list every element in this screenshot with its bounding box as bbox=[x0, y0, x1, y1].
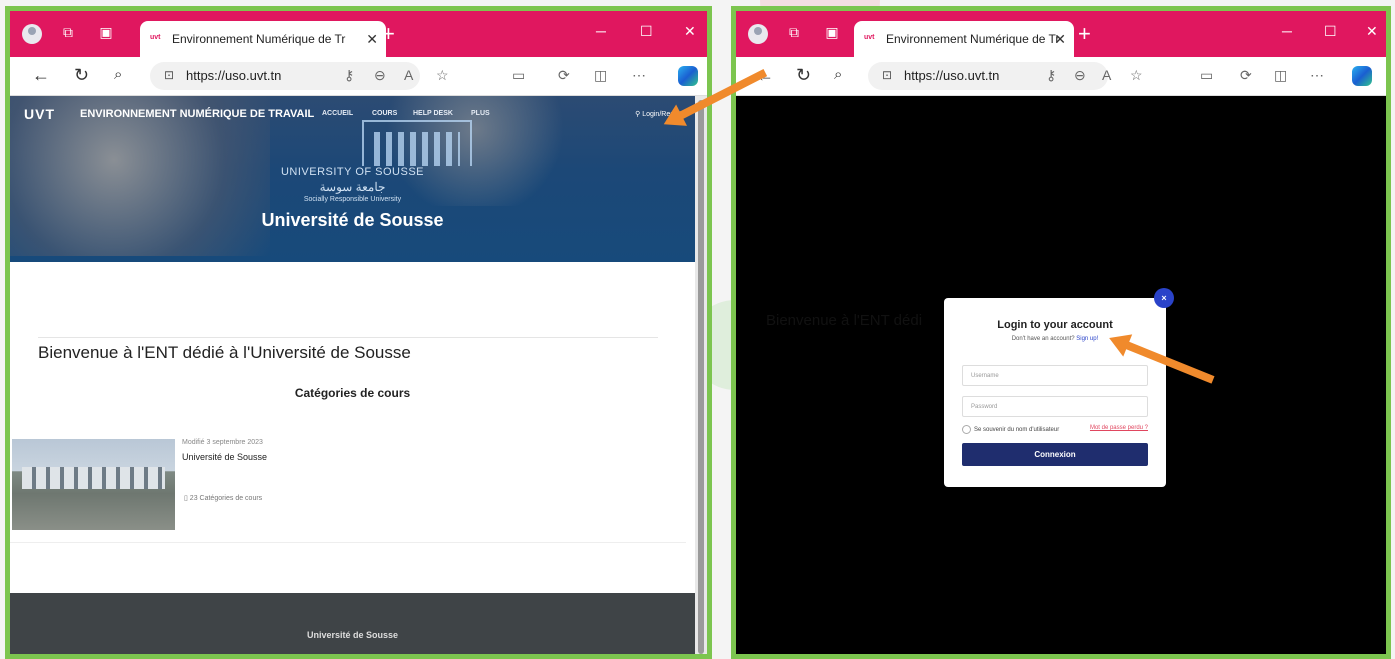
scrollbar[interactable] bbox=[695, 96, 707, 654]
signup-prompt: Don't have an account? Sign up! bbox=[944, 336, 1166, 342]
minimize-icon[interactable]: ─ bbox=[596, 23, 606, 39]
university-name-ar: جامعة سوسة bbox=[319, 180, 386, 194]
maximize-icon[interactable]: ☐ bbox=[640, 23, 653, 40]
uvt-logo[interactable]: UVT bbox=[24, 106, 55, 122]
favorite-star-icon[interactable]: ☆ bbox=[1130, 67, 1143, 84]
split-screen-icon[interactable]: ◫ bbox=[1274, 67, 1287, 84]
copilot-icon[interactable] bbox=[678, 66, 698, 86]
course-category-count: ▯ 23 Catégories de cours bbox=[184, 494, 262, 502]
modal-overlay[interactable]: Bienvenue à l'ENT dédi × Login to your a… bbox=[736, 96, 1386, 654]
welcome-heading: Bienvenue à l'ENT dédié à l'Université d… bbox=[38, 343, 411, 362]
menu-item-accueil[interactable]: ACCUEIL bbox=[322, 110, 353, 117]
search-icon[interactable]: ⌕ bbox=[114, 65, 122, 85]
university-tagline: Socially Responsible University bbox=[303, 196, 402, 203]
footer-text: Université de Sousse bbox=[306, 630, 399, 640]
remember-checkbox[interactable] bbox=[962, 425, 971, 434]
workspaces-icon[interactable]: ⧉ bbox=[786, 24, 802, 40]
title-bar: ⧉ ▣ uvt Environnement Numérique de Tr ✕ … bbox=[736, 11, 1386, 57]
course-title[interactable]: Université de Sousse bbox=[182, 452, 267, 462]
menu-item-help-desk[interactable]: HELP DESK bbox=[413, 110, 453, 117]
connexion-button[interactable]: Connexion bbox=[962, 443, 1148, 466]
favorite-star-icon[interactable]: ☆ bbox=[436, 67, 449, 84]
lost-password-link[interactable]: Mot de passe perdu ? bbox=[1090, 425, 1148, 431]
username-input[interactable]: Username bbox=[962, 365, 1148, 386]
hero-banner: UVT ENVIRONNEMENT NUMÉRIQUE DE TRAVAIL A… bbox=[10, 96, 695, 262]
password-input[interactable]: Password bbox=[962, 396, 1148, 417]
left-browser-window: ⧉ ▣ uvt Environnement Numérique de Tr ✕ … bbox=[5, 6, 712, 659]
reading-view-icon[interactable]: ▭ bbox=[1200, 67, 1213, 84]
menu-item-plus[interactable]: PLUS bbox=[471, 110, 490, 117]
url-text: https://uso.uvt.tn bbox=[186, 68, 282, 83]
hero-title: Université de Sousse bbox=[261, 210, 444, 230]
dimmed-welcome-heading: Bienvenue à l'ENT dédi bbox=[766, 312, 923, 329]
close-window-icon[interactable]: ✕ bbox=[1366, 23, 1378, 40]
read-aloud-icon[interactable]: A bbox=[404, 67, 413, 83]
more-options-icon[interactable]: ⋯ bbox=[1310, 67, 1324, 84]
categories-heading: Catégories de cours bbox=[294, 386, 411, 400]
address-bar[interactable]: ⊡ https://uso.uvt.tn bbox=[868, 62, 1108, 90]
course-category-count-label: 23 Catégories de cours bbox=[189, 495, 263, 502]
title-bar: ⧉ ▣ uvt Environnement Numérique de Tr ✕ … bbox=[10, 11, 707, 57]
menu-item-cours[interactable]: COURS bbox=[372, 110, 397, 117]
profile-avatar[interactable] bbox=[22, 24, 42, 44]
tab-actions-icon[interactable]: ▣ bbox=[98, 24, 114, 40]
password-key-icon[interactable]: ⚷ bbox=[344, 67, 354, 84]
address-bar-row: ← ↻ ⌕ ⊡ https://uso.uvt.tn ⚷ ⊖ A ☆ ▭ ⟳ ◫… bbox=[736, 57, 1386, 96]
refresh-icon[interactable]: ↻ bbox=[796, 65, 811, 85]
remember-label: Se souvenir du nom d'utilisateur bbox=[974, 427, 1060, 434]
university-name-en: UNIVERSITY OF SOUSSE bbox=[280, 166, 425, 178]
lock-icon: ⊡ bbox=[882, 68, 893, 82]
maximize-icon[interactable]: ☐ bbox=[1324, 23, 1337, 40]
course-image[interactable] bbox=[12, 439, 175, 530]
split-screen-icon[interactable]: ◫ bbox=[594, 67, 607, 84]
close-tab-icon[interactable]: ✕ bbox=[366, 21, 378, 57]
new-tab-icon[interactable]: + bbox=[382, 21, 395, 47]
browser-tab[interactable]: uvt Environnement Numérique de Tr ✕ bbox=[854, 21, 1074, 57]
login-modal: × Login to your account Don't have an ac… bbox=[944, 288, 1174, 487]
tab-title: Environnement Numérique de Tr bbox=[172, 32, 346, 46]
uvt-favicon-icon: uvt bbox=[150, 34, 161, 41]
url-text: https://uso.uvt.tn bbox=[904, 68, 1000, 83]
divider bbox=[10, 542, 686, 543]
back-icon[interactable]: ← bbox=[32, 65, 50, 85]
uvt-favicon-icon: uvt bbox=[864, 34, 875, 41]
right-browser-window: ⧉ ▣ uvt Environnement Numérique de Tr ✕ … bbox=[731, 6, 1391, 659]
zoom-icon[interactable]: ⊖ bbox=[374, 67, 386, 84]
close-window-icon[interactable]: ✕ bbox=[684, 23, 696, 40]
page-footer: Université de Sousse bbox=[10, 593, 695, 654]
site-name[interactable]: ENVIRONNEMENT NUMÉRIQUE DE TRAVAIL bbox=[80, 108, 314, 120]
read-aloud-icon[interactable]: A bbox=[1102, 67, 1111, 83]
divider bbox=[38, 337, 658, 338]
copilot-icon[interactable] bbox=[1352, 66, 1372, 86]
refresh-icon[interactable]: ↻ bbox=[74, 65, 89, 85]
reading-view-icon[interactable]: ▭ bbox=[512, 67, 525, 84]
extensions-icon[interactable]: ⟳ bbox=[1240, 67, 1252, 84]
remember-username[interactable]: Se souvenir du nom d'utilisateur bbox=[962, 425, 1059, 434]
search-icon[interactable]: ⌕ bbox=[834, 65, 842, 85]
workspaces-icon[interactable]: ⧉ bbox=[60, 24, 76, 40]
tab-actions-icon[interactable]: ▣ bbox=[824, 24, 840, 40]
close-tab-icon[interactable]: ✕ bbox=[1054, 21, 1066, 57]
modal-title: Login to your account bbox=[997, 319, 1113, 331]
course-modified-date: Modifié 3 septembre 2023 bbox=[182, 439, 263, 446]
lock-icon: ⊡ bbox=[164, 68, 175, 82]
close-modal-button[interactable]: × bbox=[1154, 288, 1174, 308]
signup-link[interactable]: Sign up! bbox=[1076, 336, 1098, 342]
signup-prompt-text: Don't have an account? bbox=[1011, 336, 1075, 342]
minimize-icon[interactable]: ─ bbox=[1282, 23, 1292, 39]
address-bar-row: ← ↻ ⌕ ⊡ https://uso.uvt.tn ⚷ ⊖ A ☆ ▭ ⟳ ◫… bbox=[10, 57, 707, 96]
more-options-icon[interactable]: ⋯ bbox=[632, 67, 646, 84]
password-key-icon[interactable]: ⚷ bbox=[1046, 67, 1056, 84]
new-tab-icon[interactable]: + bbox=[1078, 21, 1091, 47]
extensions-icon[interactable]: ⟳ bbox=[558, 67, 570, 84]
course-category-card[interactable]: Modifié 3 septembre 2023 Université de S… bbox=[12, 439, 686, 539]
tab-title: Environnement Numérique de Tr bbox=[886, 32, 1060, 46]
browser-tab[interactable]: uvt Environnement Numérique de Tr ✕ bbox=[140, 21, 386, 57]
zoom-icon[interactable]: ⊖ bbox=[1074, 67, 1086, 84]
university-emblem bbox=[362, 120, 472, 166]
web-page: UVT ENVIRONNEMENT NUMÉRIQUE DE TRAVAIL A… bbox=[10, 96, 695, 654]
scrollbar-thumb[interactable] bbox=[698, 100, 704, 654]
profile-avatar[interactable] bbox=[748, 24, 768, 44]
